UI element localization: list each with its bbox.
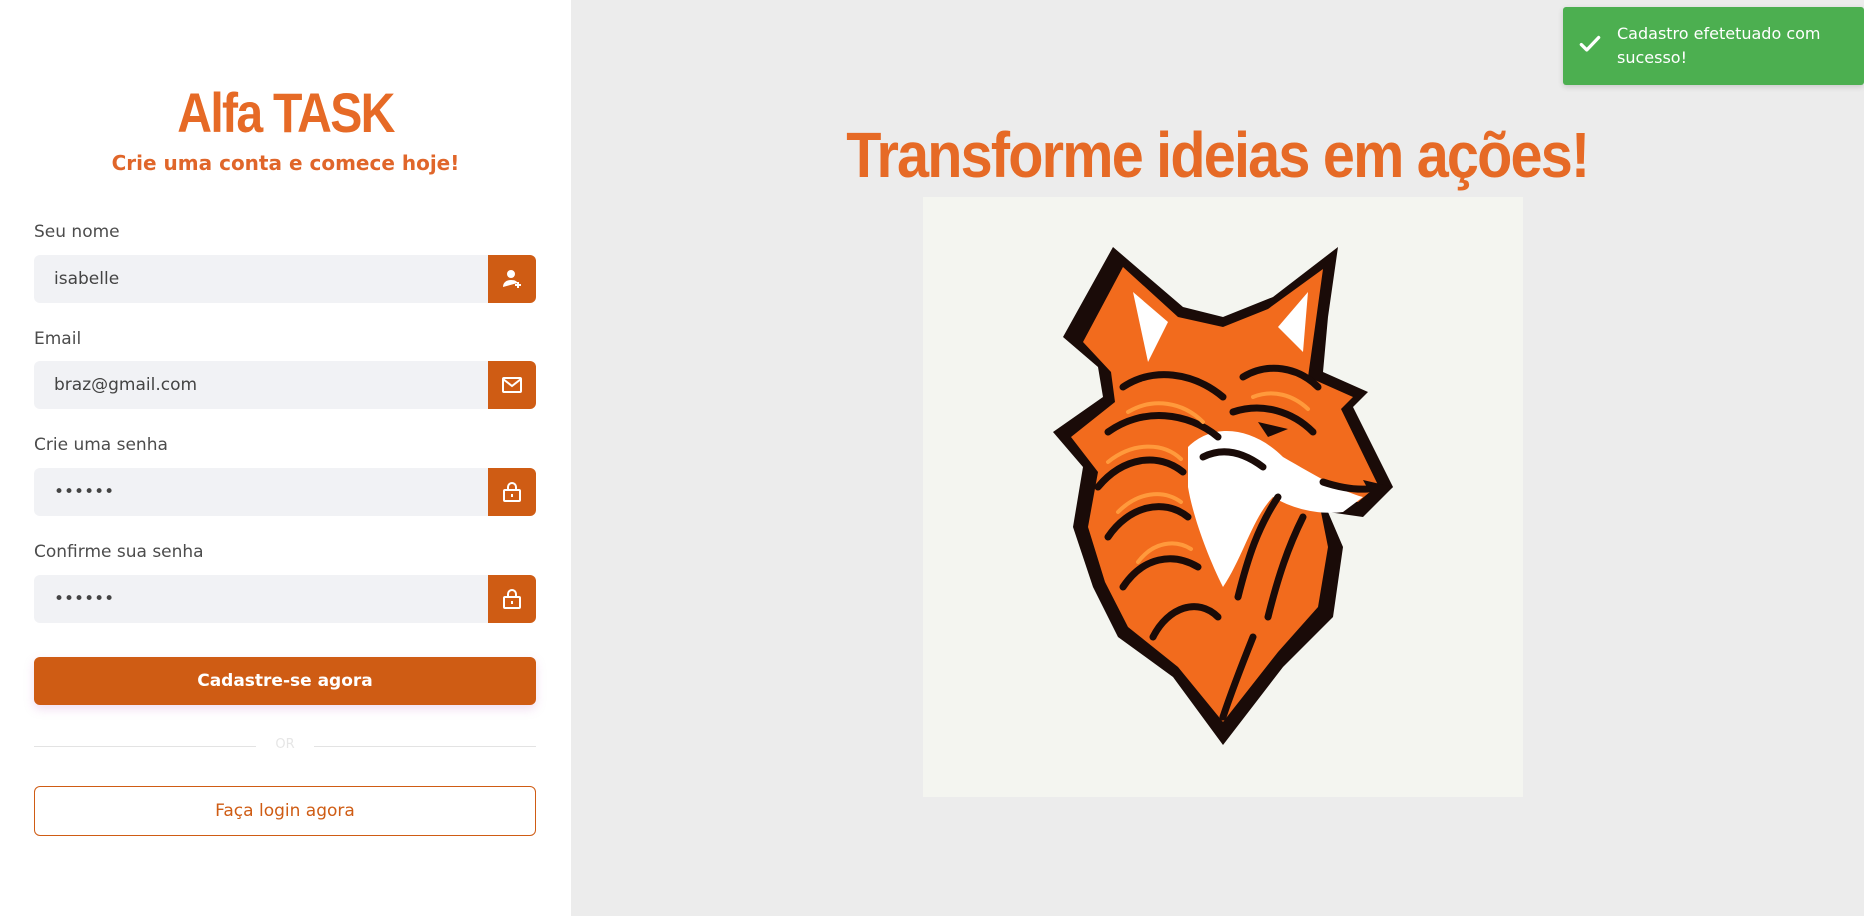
mail-icon [488, 361, 536, 409]
email-field-group [34, 361, 536, 409]
email-label: Email [34, 329, 82, 349]
confirm-password-field-group [34, 575, 536, 623]
user-plus-icon [488, 255, 536, 303]
confirm-password-input[interactable] [34, 575, 488, 623]
email-input[interactable] [34, 361, 488, 409]
hero-heading: Transforme ideias em ações! [571, 118, 1864, 192]
name-input[interactable] [34, 255, 488, 303]
password-field-group [34, 468, 536, 516]
divider-or: OR [275, 737, 295, 752]
name-label: Seu nome [34, 222, 120, 242]
divider-line-right [314, 746, 536, 747]
lock-icon [488, 575, 536, 623]
fox-logo-image [923, 197, 1523, 797]
login-button[interactable]: Faça login agora [34, 786, 536, 836]
hero-heading-text: Transforme ideias em ações! [846, 119, 1590, 191]
success-toast: Cadastro efetetuado com sucesso! [1563, 7, 1864, 85]
password-input[interactable] [34, 468, 488, 516]
toast-message: Cadastro efetetuado com sucesso! [1617, 24, 1821, 67]
check-icon [1577, 31, 1603, 61]
password-label: Crie uma senha [34, 435, 168, 455]
brand-subtitle: Crie uma conta e comece hoje! [111, 151, 460, 175]
brand-title: Alfa TASK [177, 81, 395, 144]
signup-button[interactable]: Cadastre-se agora [34, 657, 536, 705]
divider-line-left [34, 746, 256, 747]
confirm-password-label: Confirme sua senha [34, 542, 204, 562]
lock-icon [488, 468, 536, 516]
name-field-group [34, 255, 536, 303]
